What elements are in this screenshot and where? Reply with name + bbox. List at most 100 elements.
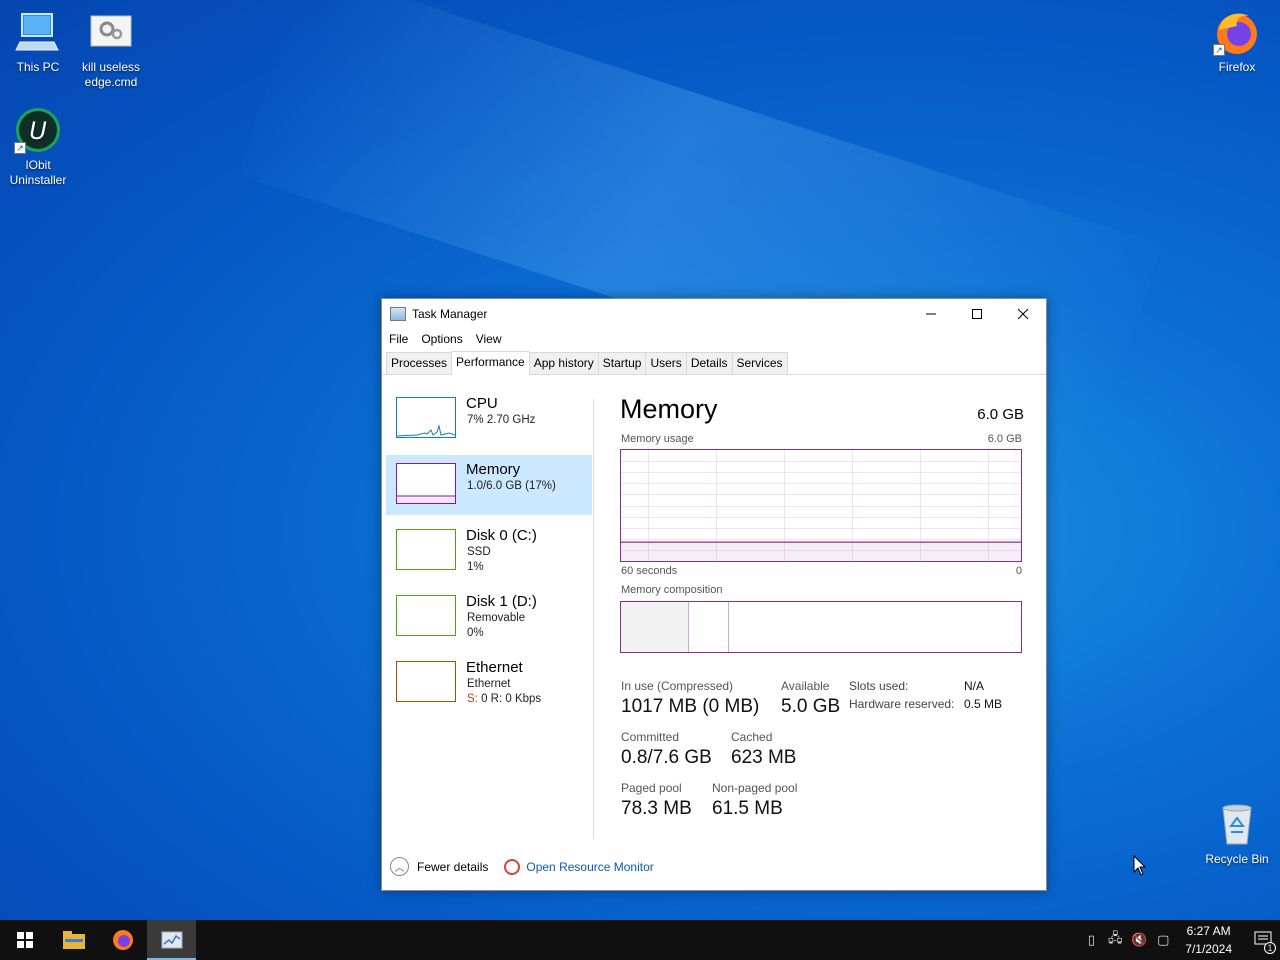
sidebar-item-label: Memory <box>466 461 521 478</box>
close-button[interactable] <box>1000 299 1046 329</box>
sidebar-item-label: Disk 0 (C:) <box>466 527 537 544</box>
memory-usage-area <box>621 542 1021 561</box>
recycle-bin-icon <box>1213 800 1261 848</box>
desktop-icon-this-pc[interactable]: This PC <box>0 8 76 75</box>
desktop-icon-firefox[interactable]: ↗ Firefox <box>1199 8 1275 75</box>
tab-bar: Processes Performance App history Startu… <box>382 349 1046 375</box>
sidebar-item-disk-0[interactable]: Disk 0 (C:) SSD 1% <box>386 521 592 581</box>
paged-pool-label: Paged pool <box>621 781 682 795</box>
sidebar-item-detail: S: 0 R: 0 Kbps <box>467 693 541 705</box>
desktop-icon-recycle-bin[interactable]: Recycle Bin <box>1199 800 1275 867</box>
minimize-button[interactable] <box>908 299 954 329</box>
taskbar-task-manager[interactable] <box>147 920 196 960</box>
tab-users[interactable]: Users <box>645 352 687 374</box>
firefox-icon: ↗ <box>1213 8 1261 56</box>
menu-view[interactable]: View <box>476 329 509 349</box>
sidebar-item-label: Disk 1 (D:) <box>466 593 537 610</box>
sidebar-item-disk-1[interactable]: Disk 1 (D:) Removable 0% <box>386 587 592 647</box>
sidebar-item-detail: 7% 2.70 GHz <box>467 414 536 426</box>
network-icon[interactable]: 🖧 <box>1103 929 1127 951</box>
start-button[interactable] <box>0 920 49 960</box>
maximize-button[interactable] <box>954 299 1000 329</box>
sidebar-item-memory[interactable]: Memory 1.0/6.0 GB (17%) <box>386 455 592 515</box>
menu-file[interactable]: File <box>389 329 415 349</box>
sidebar-item-detail: Ethernet <box>467 678 511 690</box>
sidebar-item-detail: 0% <box>467 627 484 639</box>
clock-date: 7/1/2024 <box>1185 942 1232 956</box>
taskbar-file-explorer[interactable] <box>49 920 98 960</box>
slots-used-value: N/A <box>964 679 985 693</box>
sidebar-item-cpu[interactable]: CPU 7% 2.70 GHz <box>386 389 592 449</box>
window-title: Task Manager <box>412 307 488 321</box>
desktop-icon-label: IObit Uninstaller <box>9 158 67 187</box>
input-indicator-icon[interactable]: ▢ <box>1151 932 1175 948</box>
minimize-icon <box>926 313 936 315</box>
shortcut-arrow-icon: ↗ <box>14 142 26 154</box>
ethernet-throughput: 0 R: 0 Kbps <box>481 693 542 705</box>
taskbar: ▯ 🖧 🔇 ▢ 6:27 AM 7/1/2024 1 <box>0 920 1280 960</box>
available-label: Available <box>781 679 830 693</box>
tab-startup[interactable]: Startup <box>597 352 647 374</box>
task-manager-window: Task Manager File Options View Processes… <box>381 298 1047 891</box>
sidebar-item-ethernet[interactable]: Ethernet Ethernet S: 0 R: 0 Kbps <box>386 653 592 713</box>
tab-processes[interactable]: Processes <box>386 352 453 374</box>
cached-value: 623 MB <box>731 747 797 768</box>
non-paged-pool-label: Non-paged pool <box>712 781 798 795</box>
tab-performance[interactable]: Performance <box>451 351 530 375</box>
send-label: S: <box>467 693 478 705</box>
menu-options[interactable]: Options <box>421 329 469 349</box>
cached-label: Cached <box>731 730 773 744</box>
memory-usage-chart <box>621 450 1021 561</box>
desktop-icon-kill-useless-edge[interactable]: kill useless edge.cmd <box>73 8 149 90</box>
clock-time: 6:27 AM <box>1186 924 1231 938</box>
graph-axis-left-label: 60 seconds <box>621 565 678 577</box>
shortcut-arrow-icon: ↗ <box>1213 44 1225 56</box>
open-resource-monitor-link[interactable]: Open Resource Monitor <box>526 860 653 874</box>
resource-monitor-icon <box>504 858 521 875</box>
taskbar-clock[interactable]: 6:27 AM 7/1/2024 <box>1185 922 1232 958</box>
usb-device-icon[interactable]: ▯ <box>1079 932 1103 948</box>
windows-logo-icon <box>16 932 33 948</box>
task-manager-icon <box>161 931 182 949</box>
notification-center-icon[interactable]: 1 <box>1246 931 1280 954</box>
maximize-icon <box>972 309 982 319</box>
memory-usage-graph <box>620 449 1022 562</box>
committed-value: 0.8/7.6 GB <box>621 747 712 768</box>
firefox-icon <box>112 930 133 950</box>
cpu-thumbnail-graph <box>396 397 456 438</box>
title-bar[interactable]: Task Manager <box>382 299 1046 329</box>
sidebar-item-detail: SSD <box>467 546 491 558</box>
menu-bar: File Options View <box>382 329 1046 349</box>
tab-details[interactable]: Details <box>685 352 733 374</box>
close-icon <box>1017 308 1029 320</box>
chevron-up-icon[interactable]: ︿ <box>390 857 409 876</box>
performance-sidebar: CPU 7% 2.70 GHz Memory 1.0/6.0 GB (17%) … <box>386 389 592 719</box>
taskbar-firefox[interactable] <box>98 920 147 960</box>
notification-count-badge: 1 <box>1264 941 1276 954</box>
volume-muted-icon[interactable]: 🔇 <box>1127 932 1151 948</box>
tab-services[interactable]: Services <box>731 352 788 374</box>
desktop-icon-iobit-uninstaller[interactable]: U ↗ IObit Uninstaller <box>0 106 76 188</box>
sidebar-item-detail: 1.0/6.0 GB (17%) <box>467 480 556 492</box>
graph-axis-right-label: 0 <box>1015 565 1022 577</box>
svg-text:U: U <box>29 117 47 145</box>
in-use-label: In use (Compressed) <box>621 679 734 693</box>
non-paged-pool-value: 61.5 MB <box>712 798 783 819</box>
window-footer: ︿ Fewer details Open Resource Monitor <box>390 857 654 876</box>
desktop-icon-label: kill useless edge.cmd <box>81 60 141 89</box>
tab-app-history[interactable]: App history <box>528 352 599 374</box>
desktop-icon-label: Firefox <box>1218 60 1256 74</box>
available-value: 5.0 GB <box>781 696 841 717</box>
memory-usage-label: Memory usage <box>621 433 694 445</box>
disk-1-thumbnail-graph <box>396 595 456 636</box>
memory-thumbnail-graph <box>396 463 456 504</box>
composition-modified <box>690 602 729 652</box>
system-tray: ▯ 🖧 🔇 ▢ 6:27 AM 7/1/2024 1 <box>1079 920 1280 960</box>
mouse-cursor-icon <box>1133 855 1147 876</box>
memory-total: 6.0 GB <box>977 406 1024 423</box>
hardware-reserved-label: Hardware reserved: <box>849 697 955 711</box>
cmd-file-icon <box>87 8 135 56</box>
sidebar-item-label: CPU <box>466 395 498 412</box>
fewer-details-link[interactable]: Fewer details <box>417 860 488 874</box>
sidebar-item-label: Ethernet <box>466 659 523 676</box>
